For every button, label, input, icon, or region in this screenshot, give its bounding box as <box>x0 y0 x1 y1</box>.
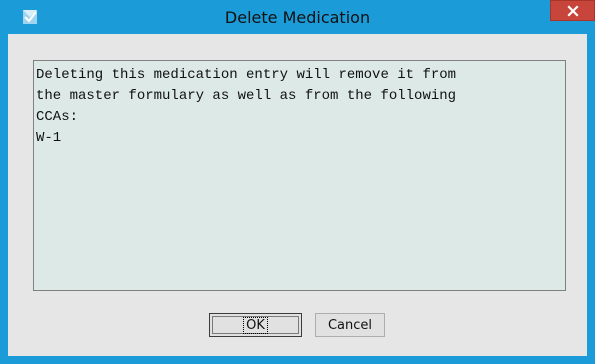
cancel-button[interactable]: Cancel <box>315 313 385 337</box>
ok-button[interactable]: OK <box>209 313 302 337</box>
window-title: Delete Medication <box>224 8 371 27</box>
message-line: the master formulary as well as from the… <box>36 88 457 104</box>
message-line: Deleting this medication entry will remo… <box>36 67 457 83</box>
ok-button-label: OK <box>243 316 268 334</box>
message-text-area: Deleting this medication entry will remo… <box>33 60 566 291</box>
message-line: W-1 <box>36 130 62 146</box>
title-bar[interactable]: Delete Medication <box>0 0 595 34</box>
cancel-button-label: Cancel <box>327 317 373 333</box>
dialog-body: Deleting this medication entry will remo… <box>8 34 587 356</box>
message-line: CCAs: <box>36 109 79 125</box>
close-button[interactable] <box>550 0 595 21</box>
delete-medication-dialog: Delete Medication Deleting this medicati… <box>0 0 595 364</box>
close-icon <box>566 4 579 17</box>
